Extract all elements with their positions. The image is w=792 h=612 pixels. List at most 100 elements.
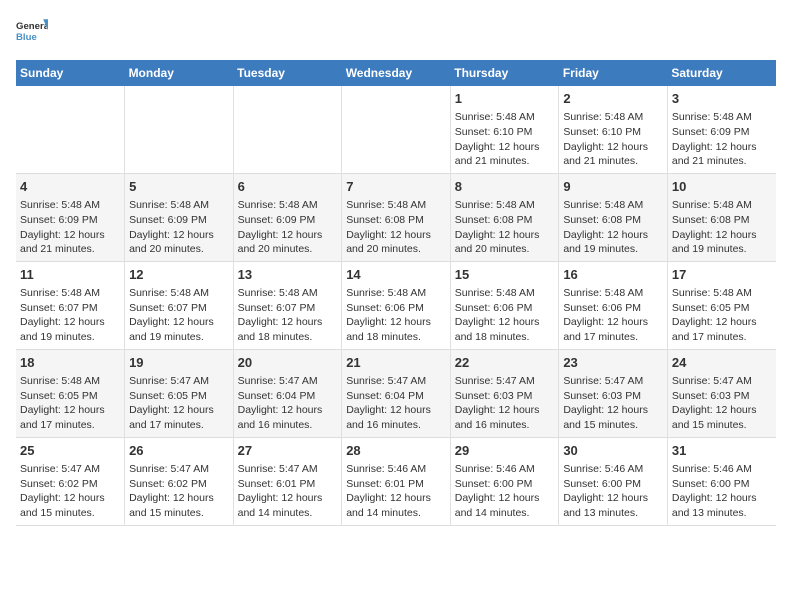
- day-info: Sunrise: 5:47 AM: [346, 374, 446, 389]
- day-info: Sunrise: 5:47 AM: [20, 462, 120, 477]
- day-number: 27: [238, 442, 338, 460]
- calendar-cell: 6Sunrise: 5:48 AMSunset: 6:09 PMDaylight…: [233, 173, 342, 261]
- calendar-cell: 11 Sunrise: 5:48 AMSunset: 6:07 PMDayligh…: [16, 261, 125, 349]
- calendar-day-header: Thursday: [450, 60, 559, 86]
- day-info: Sunrise: 5:48 AM: [238, 286, 338, 301]
- day-info: Sunrise: 5:48 AM: [455, 286, 555, 301]
- day-number: 17: [672, 266, 772, 284]
- day-info: Sunrise: 5:48 AM: [129, 198, 229, 213]
- day-info: Sunrise: 5:48 AM: [672, 286, 772, 301]
- day-info: Sunset: 6:00 PM: [563, 477, 663, 492]
- day-info: Sunset: 6:07 PM: [129, 301, 229, 316]
- day-info: and 19 minutes.: [672, 242, 772, 257]
- calendar-cell: 8Sunrise: 5:48 AMSunset: 6:08 PMDaylight…: [450, 173, 559, 261]
- logo-icon: General Blue: [16, 16, 48, 48]
- calendar-day-header: Wednesday: [342, 60, 451, 86]
- day-info: Sunset: 6:08 PM: [672, 213, 772, 228]
- day-number: 30: [563, 442, 663, 460]
- day-info: Daylight: 12 hours: [563, 315, 663, 330]
- calendar-cell: 20Sunrise: 5:47 AMSunset: 6:04 PMDayligh…: [233, 349, 342, 437]
- day-info: Sunset: 6:06 PM: [455, 301, 555, 316]
- calendar-header-row: SundayMondayTuesdayWednesdayThursdayFrid…: [16, 60, 776, 86]
- calendar-cell: 16Sunrise: 5:48 AMSunset: 6:06 PMDayligh…: [559, 261, 668, 349]
- day-info: Sunset: 6:10 PM: [455, 125, 555, 140]
- day-info: Sunset: 6:09 PM: [672, 125, 772, 140]
- day-number: 15: [455, 266, 555, 284]
- day-info: Sunset: 6:08 PM: [346, 213, 446, 228]
- calendar-cell: 27Sunrise: 5:47 AMSunset: 6:01 PMDayligh…: [233, 437, 342, 525]
- calendar-cell: [233, 86, 342, 173]
- day-number: 6: [238, 178, 338, 196]
- day-number: 13: [238, 266, 338, 284]
- day-info: Daylight: 12 hours: [20, 315, 120, 330]
- day-info: Daylight: 12 hours: [20, 228, 120, 243]
- day-info: Sunset: 6:05 PM: [672, 301, 772, 316]
- day-number: 16: [563, 266, 663, 284]
- calendar-day-header: Monday: [125, 60, 234, 86]
- day-info: Daylight: 12 hours: [129, 315, 229, 330]
- day-info: and 20 minutes.: [238, 242, 338, 257]
- day-info: and 20 minutes.: [455, 242, 555, 257]
- day-info: and 17 minutes.: [672, 330, 772, 345]
- day-info: Sunset: 6:03 PM: [455, 389, 555, 404]
- calendar-cell: 7Sunrise: 5:48 AMSunset: 6:08 PMDaylight…: [342, 173, 451, 261]
- day-info: Sunrise: 5:48 AM: [20, 198, 120, 213]
- day-info: Daylight: 12 hours: [455, 228, 555, 243]
- day-info: Daylight: 12 hours: [129, 228, 229, 243]
- calendar-week-row: 18Sunrise: 5:48 AMSunset: 6:05 PMDayligh…: [16, 349, 776, 437]
- day-number: 9: [563, 178, 663, 196]
- day-number: 3: [672, 90, 772, 108]
- day-number: 11: [20, 266, 120, 284]
- day-info: Sunrise: 5:46 AM: [455, 462, 555, 477]
- day-info: Sunset: 6:10 PM: [563, 125, 663, 140]
- day-info: Sunrise: 5:48 AM: [20, 374, 120, 389]
- day-info: Sunset: 6:05 PM: [20, 389, 120, 404]
- day-info: Sunrise: 5:48 AM: [20, 286, 120, 301]
- logo: General Blue: [16, 16, 48, 48]
- day-info: and 16 minutes.: [346, 418, 446, 433]
- day-info: Sunset: 6:04 PM: [238, 389, 338, 404]
- day-info: Daylight: 12 hours: [20, 491, 120, 506]
- day-info: and 16 minutes.: [455, 418, 555, 433]
- day-info: and 14 minutes.: [238, 506, 338, 521]
- day-info: and 17 minutes.: [129, 418, 229, 433]
- day-info: Daylight: 12 hours: [672, 228, 772, 243]
- day-info: Daylight: 12 hours: [346, 228, 446, 243]
- day-info: and 15 minutes.: [129, 506, 229, 521]
- day-info: Daylight: 12 hours: [563, 491, 663, 506]
- calendar-cell: 13Sunrise: 5:48 AMSunset: 6:07 PMDayligh…: [233, 261, 342, 349]
- day-info: Sunset: 6:04 PM: [346, 389, 446, 404]
- day-info: and 19 minutes.: [563, 242, 663, 257]
- day-info: Daylight: 12 hours: [238, 403, 338, 418]
- day-info: Sunset: 6:07 PM: [20, 301, 120, 316]
- day-number: 22: [455, 354, 555, 372]
- day-info: Sunrise: 5:48 AM: [563, 110, 663, 125]
- day-info: Daylight: 12 hours: [455, 140, 555, 155]
- page-header: General Blue: [16, 16, 776, 48]
- day-info: Sunset: 6:02 PM: [129, 477, 229, 492]
- day-number: 5: [129, 178, 229, 196]
- calendar-cell: 30Sunrise: 5:46 AMSunset: 6:00 PMDayligh…: [559, 437, 668, 525]
- day-info: Sunrise: 5:46 AM: [346, 462, 446, 477]
- day-info: Daylight: 12 hours: [563, 403, 663, 418]
- day-info: and 18 minutes.: [238, 330, 338, 345]
- day-info: Daylight: 12 hours: [455, 315, 555, 330]
- day-info: and 19 minutes.: [129, 330, 229, 345]
- day-info: Daylight: 12 hours: [455, 403, 555, 418]
- day-info: and 15 minutes.: [20, 506, 120, 521]
- day-info: Sunset: 6:00 PM: [672, 477, 772, 492]
- calendar-table: SundayMondayTuesdayWednesdayThursdayFrid…: [16, 60, 776, 526]
- calendar-cell: 26Sunrise: 5:47 AMSunset: 6:02 PMDayligh…: [125, 437, 234, 525]
- day-info: Sunset: 6:07 PM: [238, 301, 338, 316]
- day-info: and 18 minutes.: [455, 330, 555, 345]
- day-number: 1: [455, 90, 555, 108]
- day-number: 14: [346, 266, 446, 284]
- day-info: Sunset: 6:05 PM: [129, 389, 229, 404]
- day-number: 12: [129, 266, 229, 284]
- calendar-day-header: Tuesday: [233, 60, 342, 86]
- day-info: and 14 minutes.: [455, 506, 555, 521]
- calendar-cell: 21Sunrise: 5:47 AMSunset: 6:04 PMDayligh…: [342, 349, 451, 437]
- day-info: Daylight: 12 hours: [346, 491, 446, 506]
- day-info: and 20 minutes.: [129, 242, 229, 257]
- calendar-cell: 9Sunrise: 5:48 AMSunset: 6:08 PMDaylight…: [559, 173, 668, 261]
